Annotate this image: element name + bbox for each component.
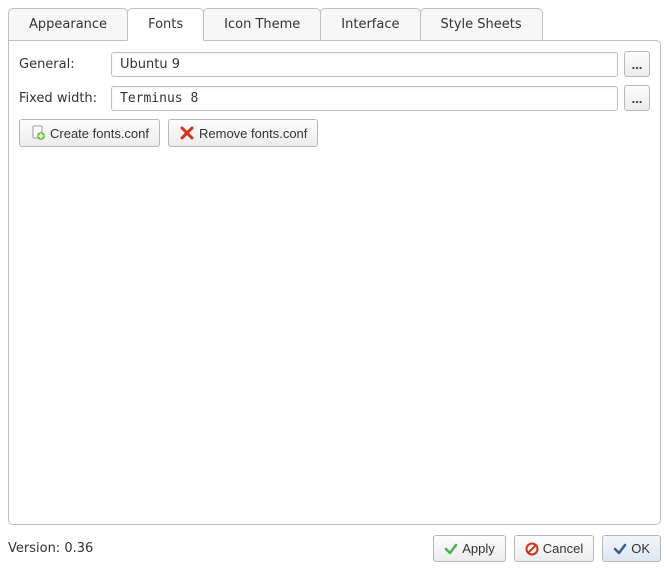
remove-icon [179, 125, 195, 141]
cancel-label: Cancel [543, 541, 583, 556]
check-icon [444, 542, 458, 556]
tab-fonts[interactable]: Fonts [127, 8, 204, 41]
remove-fonts-conf-button[interactable]: Remove fonts.conf [168, 119, 318, 147]
ok-button[interactable]: OK [602, 535, 661, 562]
apply-label: Apply [462, 541, 495, 556]
tab-appearance[interactable]: Appearance [8, 8, 128, 40]
fixed-label: Fixed width: [19, 91, 105, 106]
document-add-icon [30, 125, 46, 141]
fonts-conf-buttons: Create fonts.conf Remove fonts.conf [19, 119, 650, 147]
ok-label: OK [631, 541, 650, 556]
apply-button[interactable]: Apply [433, 535, 506, 562]
create-fonts-conf-button[interactable]: Create fonts.conf [19, 119, 160, 147]
cancel-button[interactable]: Cancel [514, 535, 594, 562]
general-font-row: General: ... [19, 51, 650, 77]
tab-style-sheets[interactable]: Style Sheets [420, 8, 543, 40]
footer-bar: Version: 0.36 Apply Cancel [8, 525, 661, 562]
ok-check-icon [613, 542, 627, 556]
tab-row: Appearance Fonts Icon Theme Interface St… [8, 8, 661, 40]
version-label: Version: 0.36 [8, 541, 93, 556]
fixed-font-row: Fixed width: ... [19, 85, 650, 111]
fonts-panel: General: ... Fixed width: ... Create fon… [8, 40, 661, 525]
fixed-font-input[interactable] [111, 86, 618, 111]
tab-container: Appearance Fonts Icon Theme Interface St… [8, 8, 661, 525]
tab-icon-theme[interactable]: Icon Theme [203, 8, 321, 40]
remove-fonts-conf-label: Remove fonts.conf [199, 126, 307, 141]
general-label: General: [19, 57, 105, 72]
cancel-icon [525, 542, 539, 556]
footer-buttons: Apply Cancel OK [433, 535, 661, 562]
create-fonts-conf-label: Create fonts.conf [50, 126, 149, 141]
tab-interface[interactable]: Interface [320, 8, 420, 40]
general-font-browse-button[interactable]: ... [624, 51, 650, 77]
fixed-font-browse-button[interactable]: ... [624, 85, 650, 111]
general-font-input[interactable] [111, 52, 618, 77]
